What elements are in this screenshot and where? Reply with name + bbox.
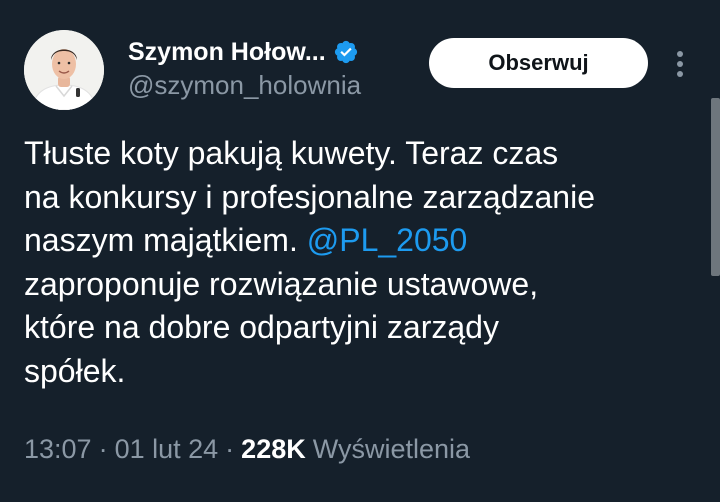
author-display-name[interactable]: Szymon Hołow...: [128, 38, 326, 67]
author-handle[interactable]: @szymon_holownia: [128, 70, 361, 101]
verified-badge-icon[interactable]: [333, 39, 359, 65]
tweet-text-line: Tłuste koty pakują kuwety. Teraz czas: [24, 135, 559, 171]
tweet-card: Szymon Hołow... @szymon_holownia Obserwu…: [0, 0, 720, 502]
follow-button[interactable]: Obserwuj: [429, 38, 648, 88]
tweet-text-line: zaproponuje rozwiązanie ustawowe,: [24, 265, 539, 302]
avatar[interactable]: [24, 30, 104, 110]
views-count[interactable]: 228K: [241, 434, 306, 465]
views-label[interactable]: Wyświetlenia: [313, 434, 470, 465]
tweet-meta: 13:07 · 01 lut 24 · 228K Wyświetlenia: [24, 434, 470, 465]
tweet-text: Tłuste koty pakują kuwety. Teraz czas na…: [24, 132, 704, 393]
tweet-text-line: spółek.: [24, 352, 126, 389]
tweet-text-line: na konkursy i profesjonalne zarządzanie: [24, 178, 595, 215]
tweet-text-segment: naszym majątkiem.: [24, 222, 298, 258]
meta-separator: ·: [225, 434, 235, 464]
author-name-row: Szymon Hołow...: [128, 34, 359, 70]
more-vertical-icon[interactable]: [668, 44, 692, 84]
scrollbar[interactable]: [711, 98, 720, 276]
avatar-photo: [24, 30, 104, 110]
tweet-date[interactable]: 01 lut 24: [115, 434, 219, 465]
meta-separator: ·: [98, 434, 108, 464]
tweet-text-line: naszym majątkiem. @PL_2050: [24, 219, 704, 263]
mention-link[interactable]: @PL_2050: [307, 222, 468, 258]
tweet-time[interactable]: 13:07: [24, 434, 92, 465]
tweet-text-line: które na dobre odpartyjni zarządy: [24, 309, 499, 345]
